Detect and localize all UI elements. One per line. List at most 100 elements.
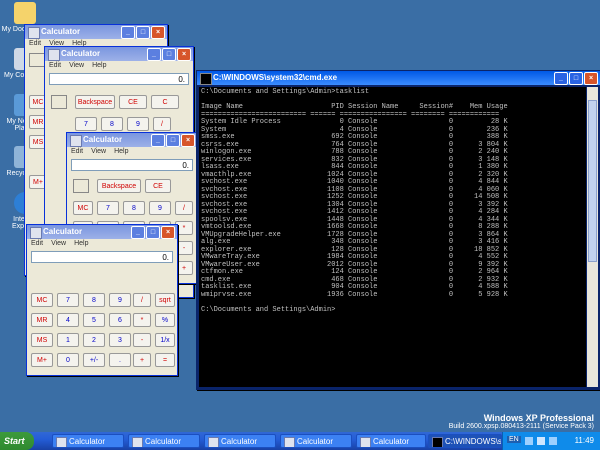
close-button[interactable]: × xyxy=(161,226,175,239)
taskbar-button-calculator-3[interactable]: Calculator xyxy=(204,434,276,448)
taskbar-button-calculator-4[interactable]: Calculator xyxy=(280,434,352,448)
taskbar-button-cmd[interactable]: C:\WINDOWS\s... xyxy=(428,434,502,448)
divide-button[interactable]: / xyxy=(153,117,171,131)
task-label: Calculator xyxy=(297,437,334,446)
maximize-button[interactable]: □ xyxy=(569,72,583,85)
key-8[interactable]: 8 xyxy=(123,201,145,215)
maximize-button[interactable]: □ xyxy=(162,48,176,61)
ce-button[interactable]: CE xyxy=(145,179,171,193)
divide-button[interactable]: / xyxy=(133,293,151,307)
menu-help[interactable]: Help xyxy=(114,147,128,157)
key-1[interactable]: 1 xyxy=(57,333,79,347)
folder-icon xyxy=(14,2,36,24)
calculator-icon xyxy=(48,49,60,61)
start-button[interactable]: Start xyxy=(0,432,34,450)
mr-button[interactable]: MR xyxy=(31,313,53,327)
decimal-button[interactable]: . xyxy=(109,353,131,367)
backspace-button[interactable]: Backspace xyxy=(97,179,141,193)
key-0[interactable]: 0 xyxy=(57,353,79,367)
mplus-button[interactable]: M+ xyxy=(31,353,53,367)
calculator-icon xyxy=(208,437,219,447)
window-title: Calculator xyxy=(43,227,83,236)
calculator-display: 0. xyxy=(31,251,173,263)
menu-help[interactable]: Help xyxy=(74,239,88,249)
key-3[interactable]: 3 xyxy=(109,333,131,347)
menu-edit[interactable]: Edit xyxy=(49,61,61,71)
ms-button[interactable]: MS xyxy=(31,333,53,347)
title-bar[interactable]: C:\WINDOWS\system32\cmd.exe _ □ × xyxy=(197,71,600,85)
key-5[interactable]: 5 xyxy=(83,313,105,327)
add-button[interactable]: + xyxy=(133,353,151,367)
console-icon xyxy=(432,437,443,447)
multiply-button[interactable]: * xyxy=(133,313,151,327)
title-bar[interactable]: Calculator _ □ × xyxy=(45,47,193,61)
mc-button[interactable]: MC xyxy=(31,293,53,307)
taskbar: Start Calculator Calculator Calculator C… xyxy=(0,432,600,450)
key-2[interactable]: 2 xyxy=(83,333,105,347)
minimize-button[interactable]: _ xyxy=(147,48,161,61)
title-bar[interactable]: Calculator _ □ × xyxy=(27,225,177,239)
menu-edit[interactable]: Edit xyxy=(31,239,43,249)
taskbar-button-calculator-5[interactable]: Calculator xyxy=(356,434,426,448)
key-9[interactable]: 9 xyxy=(127,117,149,131)
calculator-icon xyxy=(70,135,82,147)
calculator-icon xyxy=(56,437,67,447)
clock[interactable]: 11:49 xyxy=(575,432,594,450)
close-button[interactable]: × xyxy=(177,48,191,61)
key-8[interactable]: 8 xyxy=(101,117,123,131)
menu-edit[interactable]: Edit xyxy=(29,39,41,49)
scroll-thumb[interactable] xyxy=(588,100,597,262)
volume-icon[interactable] xyxy=(537,437,545,445)
key-8[interactable]: 8 xyxy=(83,293,105,307)
console-output[interactable]: C:\Documents and Settings\Admin>tasklist… xyxy=(199,87,586,387)
close-button[interactable]: × xyxy=(584,72,598,85)
cmd-window[interactable]: C:\WINDOWS\system32\cmd.exe _ □ × C:\Doc… xyxy=(196,70,600,390)
key-7[interactable]: 7 xyxy=(57,293,79,307)
close-button[interactable]: × xyxy=(151,26,165,39)
key-7[interactable]: 7 xyxy=(97,201,119,215)
tray-icon[interactable] xyxy=(525,437,533,445)
c-button[interactable]: C xyxy=(151,95,179,109)
minimize-button[interactable]: _ xyxy=(121,26,135,39)
divide-button[interactable]: / xyxy=(175,201,193,215)
window-title: Calculator xyxy=(41,27,81,36)
network-icon[interactable] xyxy=(549,437,557,445)
key-7[interactable]: 7 xyxy=(75,117,97,131)
memory-indicator xyxy=(73,179,89,193)
mc-button[interactable]: MC xyxy=(73,201,93,215)
title-bar[interactable]: Calculator _ □ × xyxy=(67,133,197,147)
percent-button[interactable]: % xyxy=(155,313,175,327)
task-label: Calculator xyxy=(69,437,106,446)
sqrt-button[interactable]: sqrt xyxy=(155,293,175,307)
key-9[interactable]: 9 xyxy=(149,201,171,215)
minimize-button[interactable]: _ xyxy=(554,72,568,85)
key-4[interactable]: 4 xyxy=(57,313,79,327)
sign-button[interactable]: +/- xyxy=(83,353,105,367)
backspace-button[interactable]: Backspace xyxy=(75,95,115,109)
maximize-button[interactable]: □ xyxy=(166,134,180,147)
minimize-button[interactable]: _ xyxy=(151,134,165,147)
menu-view[interactable]: View xyxy=(51,239,66,249)
vertical-scrollbar[interactable] xyxy=(587,87,598,387)
taskbar-button-calculator-1[interactable]: Calculator xyxy=(52,434,124,448)
reciprocal-button[interactable]: 1/x xyxy=(155,333,175,347)
subtract-button[interactable]: - xyxy=(133,333,151,347)
key-9[interactable]: 9 xyxy=(109,293,131,307)
menu-help[interactable]: Help xyxy=(92,61,106,71)
language-indicator[interactable]: EN xyxy=(507,436,521,443)
ce-button[interactable]: CE xyxy=(119,95,147,109)
title-bar[interactable]: Calculator _ □ × xyxy=(25,25,167,39)
close-button[interactable]: × xyxy=(181,134,195,147)
menu-view[interactable]: View xyxy=(69,61,84,71)
menu-edit[interactable]: Edit xyxy=(71,147,83,157)
calculator-window-4[interactable]: Calculator _ □ × Edit View Help 0. MC 7 8 9 … xyxy=(26,224,178,376)
key-6[interactable]: 6 xyxy=(109,313,131,327)
menu-view[interactable]: View xyxy=(91,147,106,157)
maximize-button[interactable]: □ xyxy=(146,226,160,239)
minimize-button[interactable]: _ xyxy=(131,226,145,239)
taskbar-button-calculator-2[interactable]: Calculator xyxy=(128,434,200,448)
maximize-button[interactable]: □ xyxy=(136,26,150,39)
window-title: C:\WINDOWS\system32\cmd.exe xyxy=(213,73,338,82)
equals-button[interactable]: = xyxy=(155,353,175,367)
build-info: Build 2600.xpsp.080413-2111 (Service Pac… xyxy=(448,423,594,430)
